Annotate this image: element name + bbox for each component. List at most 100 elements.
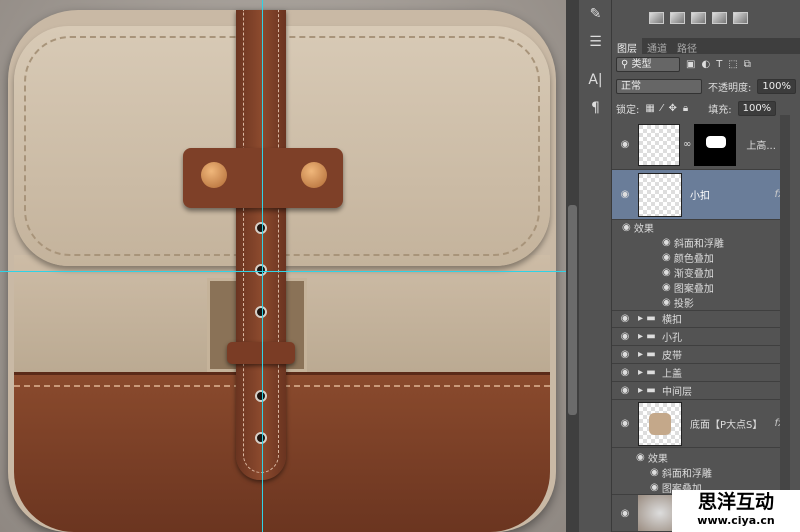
- layers-scrollbar[interactable]: [780, 115, 790, 532]
- filter-type-icon[interactable]: T: [716, 59, 722, 70]
- layer-mask-thumbnail[interactable]: [694, 123, 737, 166]
- document-canvas[interactable]: [0, 0, 566, 532]
- panel-tabs: 图层 通道 路径: [612, 38, 800, 55]
- layer-row-selected[interactable]: ◉ 小扣 fx: [612, 170, 790, 220]
- layer-group-row[interactable]: ◉ ▸ ▬ 小孔: [612, 328, 790, 346]
- rivet-icon: [301, 162, 327, 188]
- effect-item[interactable]: ◉ 颜色叠加: [612, 250, 790, 265]
- filter-smart-icon[interactable]: ⧉: [744, 59, 751, 70]
- character-panel-icon[interactable]: A|: [580, 72, 611, 94]
- folder-icon: ▬: [646, 367, 656, 378]
- effects-label: 效果: [633, 224, 654, 235]
- filter-adjust-icon[interactable]: ◐: [701, 59, 710, 70]
- filter-value: 类型: [631, 58, 652, 70]
- expand-arrow-icon[interactable]: ▸: [638, 385, 643, 396]
- bag-strap: [236, 10, 286, 480]
- blend-mode-select[interactable]: 正常: [616, 78, 702, 94]
- layer-thumbnail: [638, 401, 682, 446]
- effect-name: 颜色叠加: [673, 254, 714, 265]
- layer-name: 小孔: [662, 333, 683, 344]
- expand-arrow-icon[interactable]: ▸: [638, 367, 643, 378]
- lock-brush-icon[interactable]: ⁄: [661, 103, 663, 114]
- vertical-guide[interactable]: [262, 0, 263, 532]
- effect-name: 渐变叠加: [673, 269, 714, 280]
- horizontal-guide[interactable]: [0, 271, 566, 272]
- visibility-eye-icon[interactable]: ◉: [612, 367, 638, 378]
- expand-arrow-icon[interactable]: ▸: [638, 331, 643, 342]
- adjustment-icons: [612, 0, 800, 36]
- strap-loop: [227, 342, 295, 364]
- effect-item[interactable]: ◉ 投影: [612, 295, 790, 311]
- effect-name: 斜面和浮雕: [661, 469, 712, 480]
- effect-item[interactable]: ◉ 图案叠加: [612, 280, 790, 295]
- layer-thumbnail: [638, 123, 680, 166]
- panel-dock-icons: ✎ ☰ A| ¶: [580, 0, 612, 532]
- paragraph-panel-icon[interactable]: ¶: [580, 100, 611, 122]
- visibility-eye-icon[interactable]: ◉: [612, 313, 638, 324]
- layer-name: 小扣: [690, 191, 710, 202]
- layer-name: 上高...: [746, 141, 776, 152]
- layer-row[interactable]: ◉ 底面【P大点S】 fx: [612, 400, 790, 448]
- expand-arrow-icon[interactable]: ▸: [638, 313, 643, 324]
- adjustment-icon[interactable]: [649, 12, 664, 24]
- folder-icon: ▬: [646, 349, 656, 360]
- strap-buckle-tab: [183, 148, 343, 208]
- layer-group-row[interactable]: ◉ ▸ ▬ 横扣: [612, 310, 790, 328]
- visibility-eye-icon[interactable]: ◉: [612, 385, 638, 396]
- effect-item[interactable]: ◉ 斜面和浮雕: [612, 235, 790, 250]
- lock-transparent-icon[interactable]: ▦: [645, 103, 654, 114]
- folder-icon: ▬: [646, 313, 656, 324]
- strap-hole: [255, 390, 267, 402]
- effect-name: 投影: [673, 299, 694, 310]
- filter-pixel-icon[interactable]: ▣: [686, 59, 695, 70]
- layer-name: 上盖: [662, 369, 683, 380]
- effect-name: 斜面和浮雕: [673, 239, 724, 250]
- opacity-label: 不透明度:: [708, 82, 752, 94]
- tab-layers[interactable]: 图层: [612, 38, 642, 55]
- visibility-eye-icon[interactable]: ◉: [612, 349, 638, 360]
- effect-item[interactable]: ◉ 斜面和浮雕: [612, 465, 790, 480]
- visibility-eye-icon[interactable]: ◉: [612, 508, 638, 519]
- adjustment-icon[interactable]: [733, 12, 748, 24]
- effect-name: 图案叠加: [673, 284, 714, 295]
- scrollbar-thumb[interactable]: [568, 205, 577, 415]
- rivet-icon: [201, 162, 227, 188]
- tab-paths[interactable]: 路径: [672, 38, 702, 55]
- strap-hole: [255, 222, 267, 234]
- brush-presets-icon[interactable]: ✎: [580, 6, 611, 28]
- lock-move-icon[interactable]: ✥: [669, 103, 677, 114]
- fill-input[interactable]: 100%: [737, 100, 777, 116]
- adjustment-icon[interactable]: [670, 12, 685, 24]
- adjustment-icon[interactable]: [712, 12, 727, 24]
- opacity-input[interactable]: 100%: [757, 78, 796, 94]
- layer-row[interactable]: ◉ ∞ 上高...: [612, 120, 790, 170]
- filter-shape-icon[interactable]: ⬚: [728, 59, 737, 70]
- effects-header[interactable]: ◉ 效果: [612, 220, 790, 235]
- layer-group-row[interactable]: ◉ ▸ ▬ 中间层: [612, 382, 790, 400]
- lock-icon[interactable]: 🔒︎: [683, 103, 688, 114]
- visibility-eye-icon[interactable]: ◉: [612, 139, 638, 150]
- watermark-logo: 思洋互动 www.ciya.cn: [672, 490, 800, 532]
- watermark-title: 思洋互动: [697, 491, 774, 513]
- layer-name: 底面【P大点S】: [690, 420, 763, 431]
- canvas-scrollbar[interactable]: [566, 0, 579, 532]
- visibility-eye-icon[interactable]: ◉: [612, 418, 638, 429]
- folder-icon: ▬: [646, 331, 656, 342]
- layer-group-row[interactable]: ◉ ▸ ▬ 皮带: [612, 346, 790, 364]
- tab-channels[interactable]: 通道: [642, 38, 672, 55]
- effect-item[interactable]: ◉ 渐变叠加: [612, 265, 790, 280]
- visibility-eye-icon[interactable]: ◉: [612, 189, 638, 200]
- visibility-eye-icon[interactable]: ◉: [612, 331, 638, 342]
- adjustments-icon[interactable]: ☰: [580, 34, 611, 56]
- layer-filter-select[interactable]: ⚲ 类型: [616, 56, 680, 72]
- visibility-eye-icon[interactable]: ◉: [622, 222, 631, 233]
- effects-header[interactable]: ◉ 效果: [612, 450, 790, 465]
- link-icon[interactable]: ∞: [683, 139, 691, 150]
- layer-group-row[interactable]: ◉ ▸ ▬ 上盖: [612, 364, 790, 382]
- effects-label: 效果: [647, 454, 668, 465]
- expand-arrow-icon[interactable]: ▸: [638, 349, 643, 360]
- strap-hole: [255, 432, 267, 444]
- strap-hole: [255, 306, 267, 318]
- adjustment-icon[interactable]: [691, 12, 706, 24]
- layer-name: 皮带: [662, 351, 683, 362]
